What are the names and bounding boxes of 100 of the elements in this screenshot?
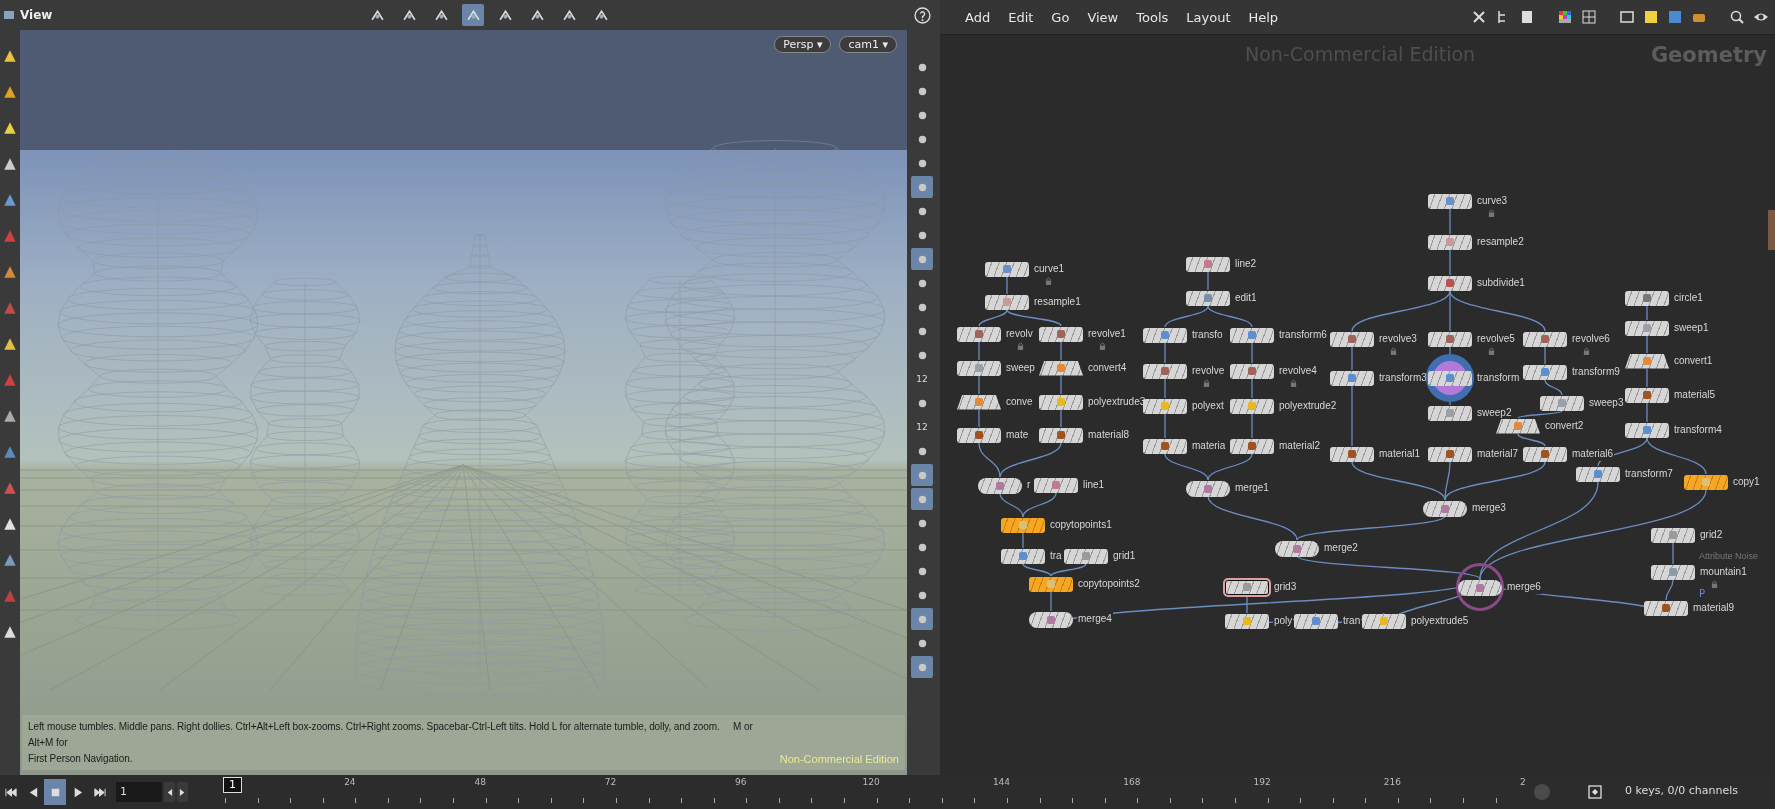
node-body[interactable] [1651,527,1695,543]
node-body[interactable] [1186,256,1230,272]
node-body[interactable] [1428,405,1472,421]
node-body[interactable] [978,477,1022,494]
viewer-icon[interactable] [2,8,16,22]
color-palette-icon[interactable] [1557,9,1573,25]
node-body[interactable] [1186,290,1230,306]
menu-item[interactable]: Tools [1127,9,1178,25]
tool-icon[interactable] [2,264,18,280]
node-body[interactable] [1143,363,1187,379]
node-body[interactable] [1230,327,1274,343]
node-body[interactable] [1225,579,1269,595]
tool-icon[interactable] [2,336,18,352]
image-icon[interactable] [1667,9,1683,25]
node-body[interactable] [1458,579,1502,596]
node-body[interactable] [1039,427,1083,443]
node-body[interactable] [1523,364,1567,380]
node-body[interactable] [1423,500,1467,517]
node-body[interactable] [1330,446,1374,462]
node-body[interactable] [1029,611,1073,628]
tool-icon[interactable] [2,48,18,64]
node-body[interactable] [1625,387,1669,403]
help-icon[interactable] [914,6,931,24]
node-body[interactable] [1186,480,1230,497]
sticky-note-icon[interactable] [1643,9,1659,25]
step-forward-button[interactable] [177,782,188,802]
list-icon[interactable] [1519,9,1535,25]
menu-item[interactable]: Layout [1177,9,1240,25]
node-body[interactable] [1625,320,1669,336]
node-body[interactable] [1625,290,1669,306]
node-body[interactable] [1428,331,1472,347]
node-body[interactable] [957,427,1001,443]
node-body[interactable] [1523,446,1567,462]
node-body[interactable] [1225,613,1269,629]
wrench-icon[interactable] [1471,9,1487,25]
node-body[interactable] [1294,613,1338,629]
node-body[interactable] [1230,438,1274,454]
grid-icon[interactable] [1581,9,1597,25]
node-body[interactable] [1644,600,1688,616]
network-box-icon[interactable] [1619,9,1635,25]
node-body[interactable] [1034,477,1078,493]
node-body[interactable] [957,394,1001,410]
node-body[interactable] [1039,360,1083,376]
node-body[interactable] [1496,418,1540,434]
menu-item[interactable]: Help [1239,9,1288,25]
tool-icon[interactable] [2,516,18,532]
node-body[interactable] [1039,326,1083,342]
tool-icon[interactable] [2,192,18,208]
tool-icon[interactable] [2,408,18,424]
tool-icon[interactable] [2,120,18,136]
camera-menu-button[interactable]: cam1 ▾ [839,36,897,53]
point-number-button[interactable]: 12 [911,416,933,438]
tile-icon [975,364,983,372]
menu-item[interactable]: View [1078,9,1128,25]
node-body[interactable] [1625,422,1669,438]
menu-item[interactable]: Add [956,9,1000,25]
range-slider-icon[interactable] [1532,782,1552,802]
node-body[interactable] [1684,474,1728,490]
node-body[interactable] [1651,564,1695,580]
menu-item[interactable]: Go [1042,9,1079,25]
node-body[interactable] [1230,363,1274,379]
search-icon[interactable] [1729,9,1745,25]
node-body[interactable] [1523,331,1567,347]
node-body[interactable] [1275,540,1319,557]
node-body[interactable] [1625,353,1669,369]
node-body[interactable] [1064,548,1108,564]
node-body[interactable] [1330,331,1374,347]
node-body[interactable] [957,360,1001,376]
step-back-button[interactable] [164,782,175,802]
node-body[interactable] [1143,327,1187,343]
node-body[interactable] [1540,395,1584,411]
tool-icon[interactable] [2,156,18,172]
node-body[interactable] [1428,193,1472,209]
camera-menu-button[interactable]: Persp ▾ [774,36,832,53]
node-body[interactable] [985,294,1029,310]
node-body[interactable] [1330,370,1374,386]
scrollbar-thumb[interactable] [1768,210,1775,250]
node-body[interactable] [1428,234,1472,250]
point-number-button[interactable]: 12 [911,368,933,390]
node-body[interactable] [1428,275,1472,291]
node-body[interactable] [957,326,1001,342]
node-body[interactable] [1039,394,1083,410]
node-body[interactable] [1001,517,1045,533]
frame-field[interactable]: 1 [116,782,162,802]
node-body[interactable] [1029,576,1073,592]
tool-icon[interactable] [2,624,18,640]
view-tool-button[interactable] [462,4,485,26]
node-body[interactable] [1143,438,1187,454]
node-body[interactable] [1143,398,1187,414]
tool-icon[interactable] [2,552,18,568]
node-body[interactable] [1001,548,1045,564]
node-body[interactable] [1362,613,1406,629]
node-body[interactable] [985,261,1029,277]
menu-item[interactable]: Edit [999,9,1043,25]
node-body[interactable] [1230,398,1274,414]
keyframe-icon[interactable] [1587,784,1603,800]
current-frame-marker[interactable]: 1 [223,777,242,793]
tool-icon[interactable] [2,84,18,100]
node-body[interactable] [1428,446,1472,462]
node-body[interactable] [1576,466,1620,482]
